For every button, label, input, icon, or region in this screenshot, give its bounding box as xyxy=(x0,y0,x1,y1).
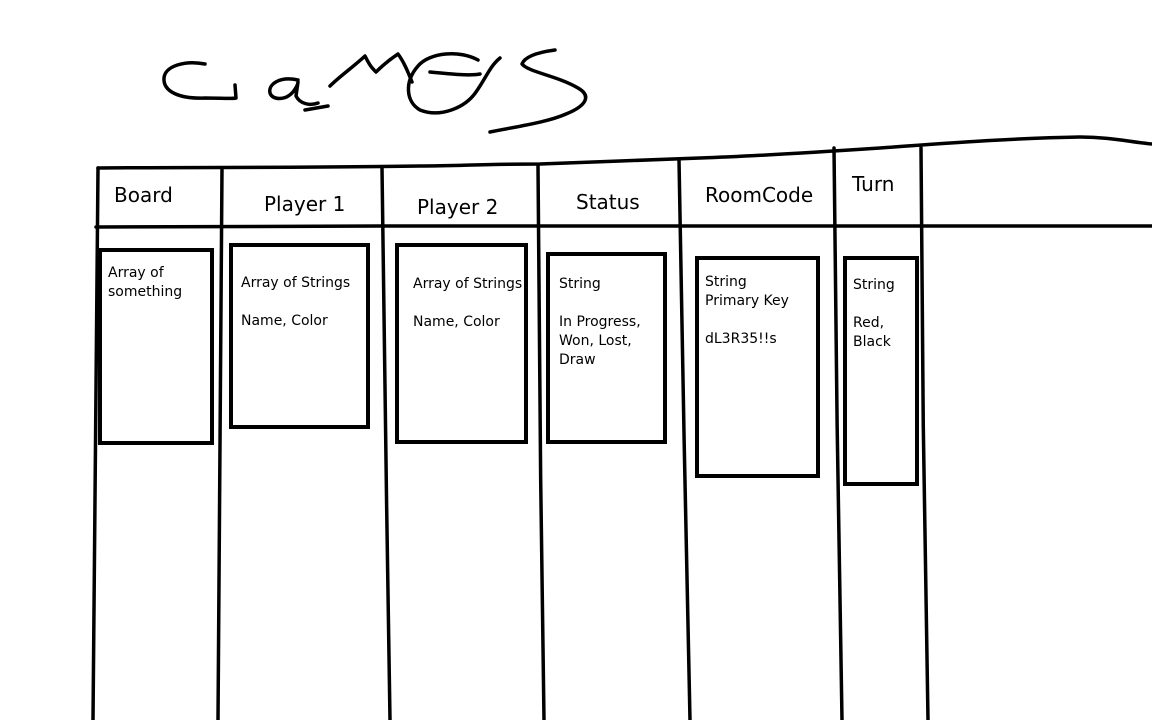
cell-detail-player-2: Name, Color xyxy=(413,314,500,330)
header-bottom-line xyxy=(94,224,1152,229)
cell-type-turn: String xyxy=(853,277,895,293)
cell-type-player-2: Array of Strings xyxy=(413,276,523,292)
cell-detail-status: In Progress, Won, Lost, Draw xyxy=(559,314,641,368)
column-divider-3 xyxy=(536,164,546,720)
header-roomcode: RoomCode xyxy=(705,183,814,207)
cell-detail-player-1: Name, Color xyxy=(241,313,328,329)
cell-detail-roomcode: dL3R35!!s xyxy=(705,331,777,347)
header-top-line xyxy=(96,135,1152,170)
cell-type-board: Array of something xyxy=(108,265,183,300)
header-turn: Turn xyxy=(852,172,895,196)
cell-box-player-1 xyxy=(229,243,370,429)
cell-type-player-1: Array of Strings xyxy=(241,275,351,291)
title-scribble xyxy=(162,48,588,134)
column-divider-6 xyxy=(919,146,930,720)
header-player-1: Player 1 xyxy=(264,192,346,216)
cell-type-roomcode: String Primary Key xyxy=(705,274,789,309)
cell-type-status: String xyxy=(559,276,601,292)
header-board: Board xyxy=(114,183,173,207)
header-player-2: Player 2 xyxy=(417,195,499,219)
header-status: Status xyxy=(576,190,640,214)
column-divider-5 xyxy=(832,146,844,720)
column-divider-1 xyxy=(216,166,224,720)
column-divider-2 xyxy=(380,166,392,720)
cell-detail-turn: Red, Black xyxy=(853,315,891,350)
column-divider-4 xyxy=(677,158,692,720)
cell-box-player-2 xyxy=(395,243,528,444)
